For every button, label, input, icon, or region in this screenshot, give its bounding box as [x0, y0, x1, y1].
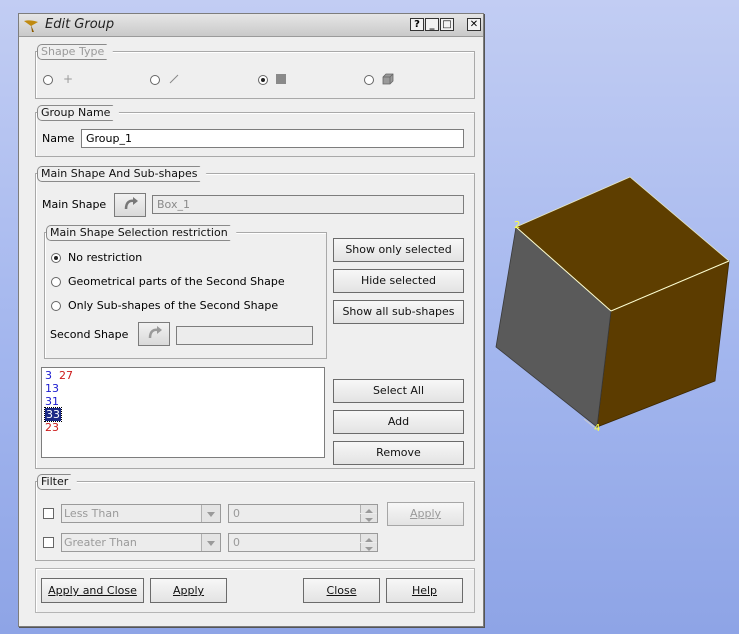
solid-icon [382, 73, 394, 85]
geometrical-parts-radio[interactable] [51, 277, 61, 287]
group-name-group: Group Name Name Group_1 [35, 112, 475, 157]
filter-legend: Filter [37, 474, 77, 490]
spin-down-icon[interactable] [360, 543, 377, 551]
main-shape-select-button[interactable] [114, 193, 146, 217]
only-subshapes-label: Only Sub-shapes of the Second Shape [68, 299, 279, 312]
list-item[interactable]: 31 [45, 395, 321, 408]
show-only-selected-button[interactable]: Show only selected [333, 238, 464, 262]
less-than-combo[interactable]: Less Than [61, 504, 221, 523]
greater-than-checkbox[interactable] [43, 537, 54, 548]
name-input[interactable]: Group_1 [81, 129, 464, 148]
shape-type-solid-radio[interactable] [364, 75, 374, 85]
list-item-selected[interactable]: 33 [44, 407, 321, 422]
restriction-group: Main Shape Selection restriction No rest… [44, 232, 327, 359]
only-subshapes-radio[interactable] [51, 301, 61, 311]
no-restriction-radio[interactable] [51, 253, 61, 263]
arrow-select-icon [124, 197, 138, 210]
point-icon: + [63, 72, 74, 86]
geometrical-parts-label: Geometrical parts of the Second Shape [68, 275, 285, 288]
name-label: Name [42, 132, 75, 145]
vertex-label-top: 2 [514, 220, 520, 231]
restriction-legend: Main Shape Selection restriction [46, 225, 237, 241]
list-item[interactable]: 23 [45, 421, 321, 434]
window-title: Edit Group [45, 17, 115, 32]
hide-selected-button[interactable]: Hide selected [333, 269, 464, 293]
filter-group: Filter Less Than 0 Apply Greater Than 0 [35, 481, 475, 561]
app-logo-icon [24, 20, 38, 32]
greater-than-combo[interactable]: Greater Than [61, 533, 221, 552]
select-all-button[interactable]: Select All [333, 379, 464, 403]
spin-down-icon[interactable] [360, 514, 377, 522]
shape-type-point-radio[interactable] [43, 75, 53, 85]
list-item[interactable]: 3 27 [45, 369, 321, 382]
help-window-button[interactable]: ? [410, 18, 424, 31]
second-shape-label: Second Shape [50, 328, 129, 341]
close-button[interactable]: Close [303, 578, 380, 603]
minimize-button[interactable]: _ [425, 18, 439, 31]
less-than-checkbox[interactable] [43, 508, 54, 519]
main-shape-field: Box_1 [152, 195, 464, 214]
close-window-button[interactable]: ✕ [467, 18, 481, 31]
edge-icon [169, 74, 179, 84]
second-shape-field [176, 326, 313, 345]
apply-button[interactable]: Apply [150, 578, 227, 603]
apply-and-close-button[interactable]: Apply and Close [41, 578, 144, 603]
remove-button[interactable]: Remove [333, 441, 464, 465]
shape-type-face-radio[interactable] [258, 75, 268, 85]
show-all-subshapes-button[interactable]: Show all sub-shapes [333, 300, 464, 324]
chevron-down-icon [201, 505, 220, 522]
face-icon [276, 74, 286, 84]
main-shape-legend: Main Shape And Sub-shapes [37, 166, 207, 182]
add-button[interactable]: Add [333, 410, 464, 434]
edit-group-dialog: Edit Group ? _ □ ✕ Shape Type + Group Na… [18, 13, 484, 627]
title-bar[interactable]: Edit Group ? _ □ ✕ [19, 14, 483, 37]
vertex-label-bottom: 4 [594, 423, 600, 434]
shape-type-group: Shape Type + [35, 51, 475, 99]
no-restriction-label: No restriction [68, 251, 143, 264]
spin-up-icon[interactable] [360, 534, 377, 542]
main-shape-label: Main Shape [42, 198, 107, 211]
chevron-down-icon [201, 534, 220, 551]
help-button[interactable]: Help [386, 578, 463, 603]
maximize-button[interactable]: □ [440, 18, 454, 31]
subshape-id-list[interactable]: 3 27 13 31 33 23 [41, 367, 325, 458]
arrow-select-icon [148, 326, 162, 339]
spin-up-icon[interactable] [360, 505, 377, 513]
greater-than-spinbox[interactable]: 0 [228, 533, 378, 552]
shape-type-edge-radio[interactable] [150, 75, 160, 85]
second-shape-select-button[interactable] [138, 322, 170, 346]
filter-apply-button[interactable]: Apply [387, 502, 464, 526]
shape-type-legend: Shape Type [37, 44, 113, 60]
less-than-spinbox[interactable]: 0 [228, 504, 378, 523]
list-item[interactable]: 13 [45, 382, 321, 395]
group-name-legend: Group Name [37, 105, 119, 121]
